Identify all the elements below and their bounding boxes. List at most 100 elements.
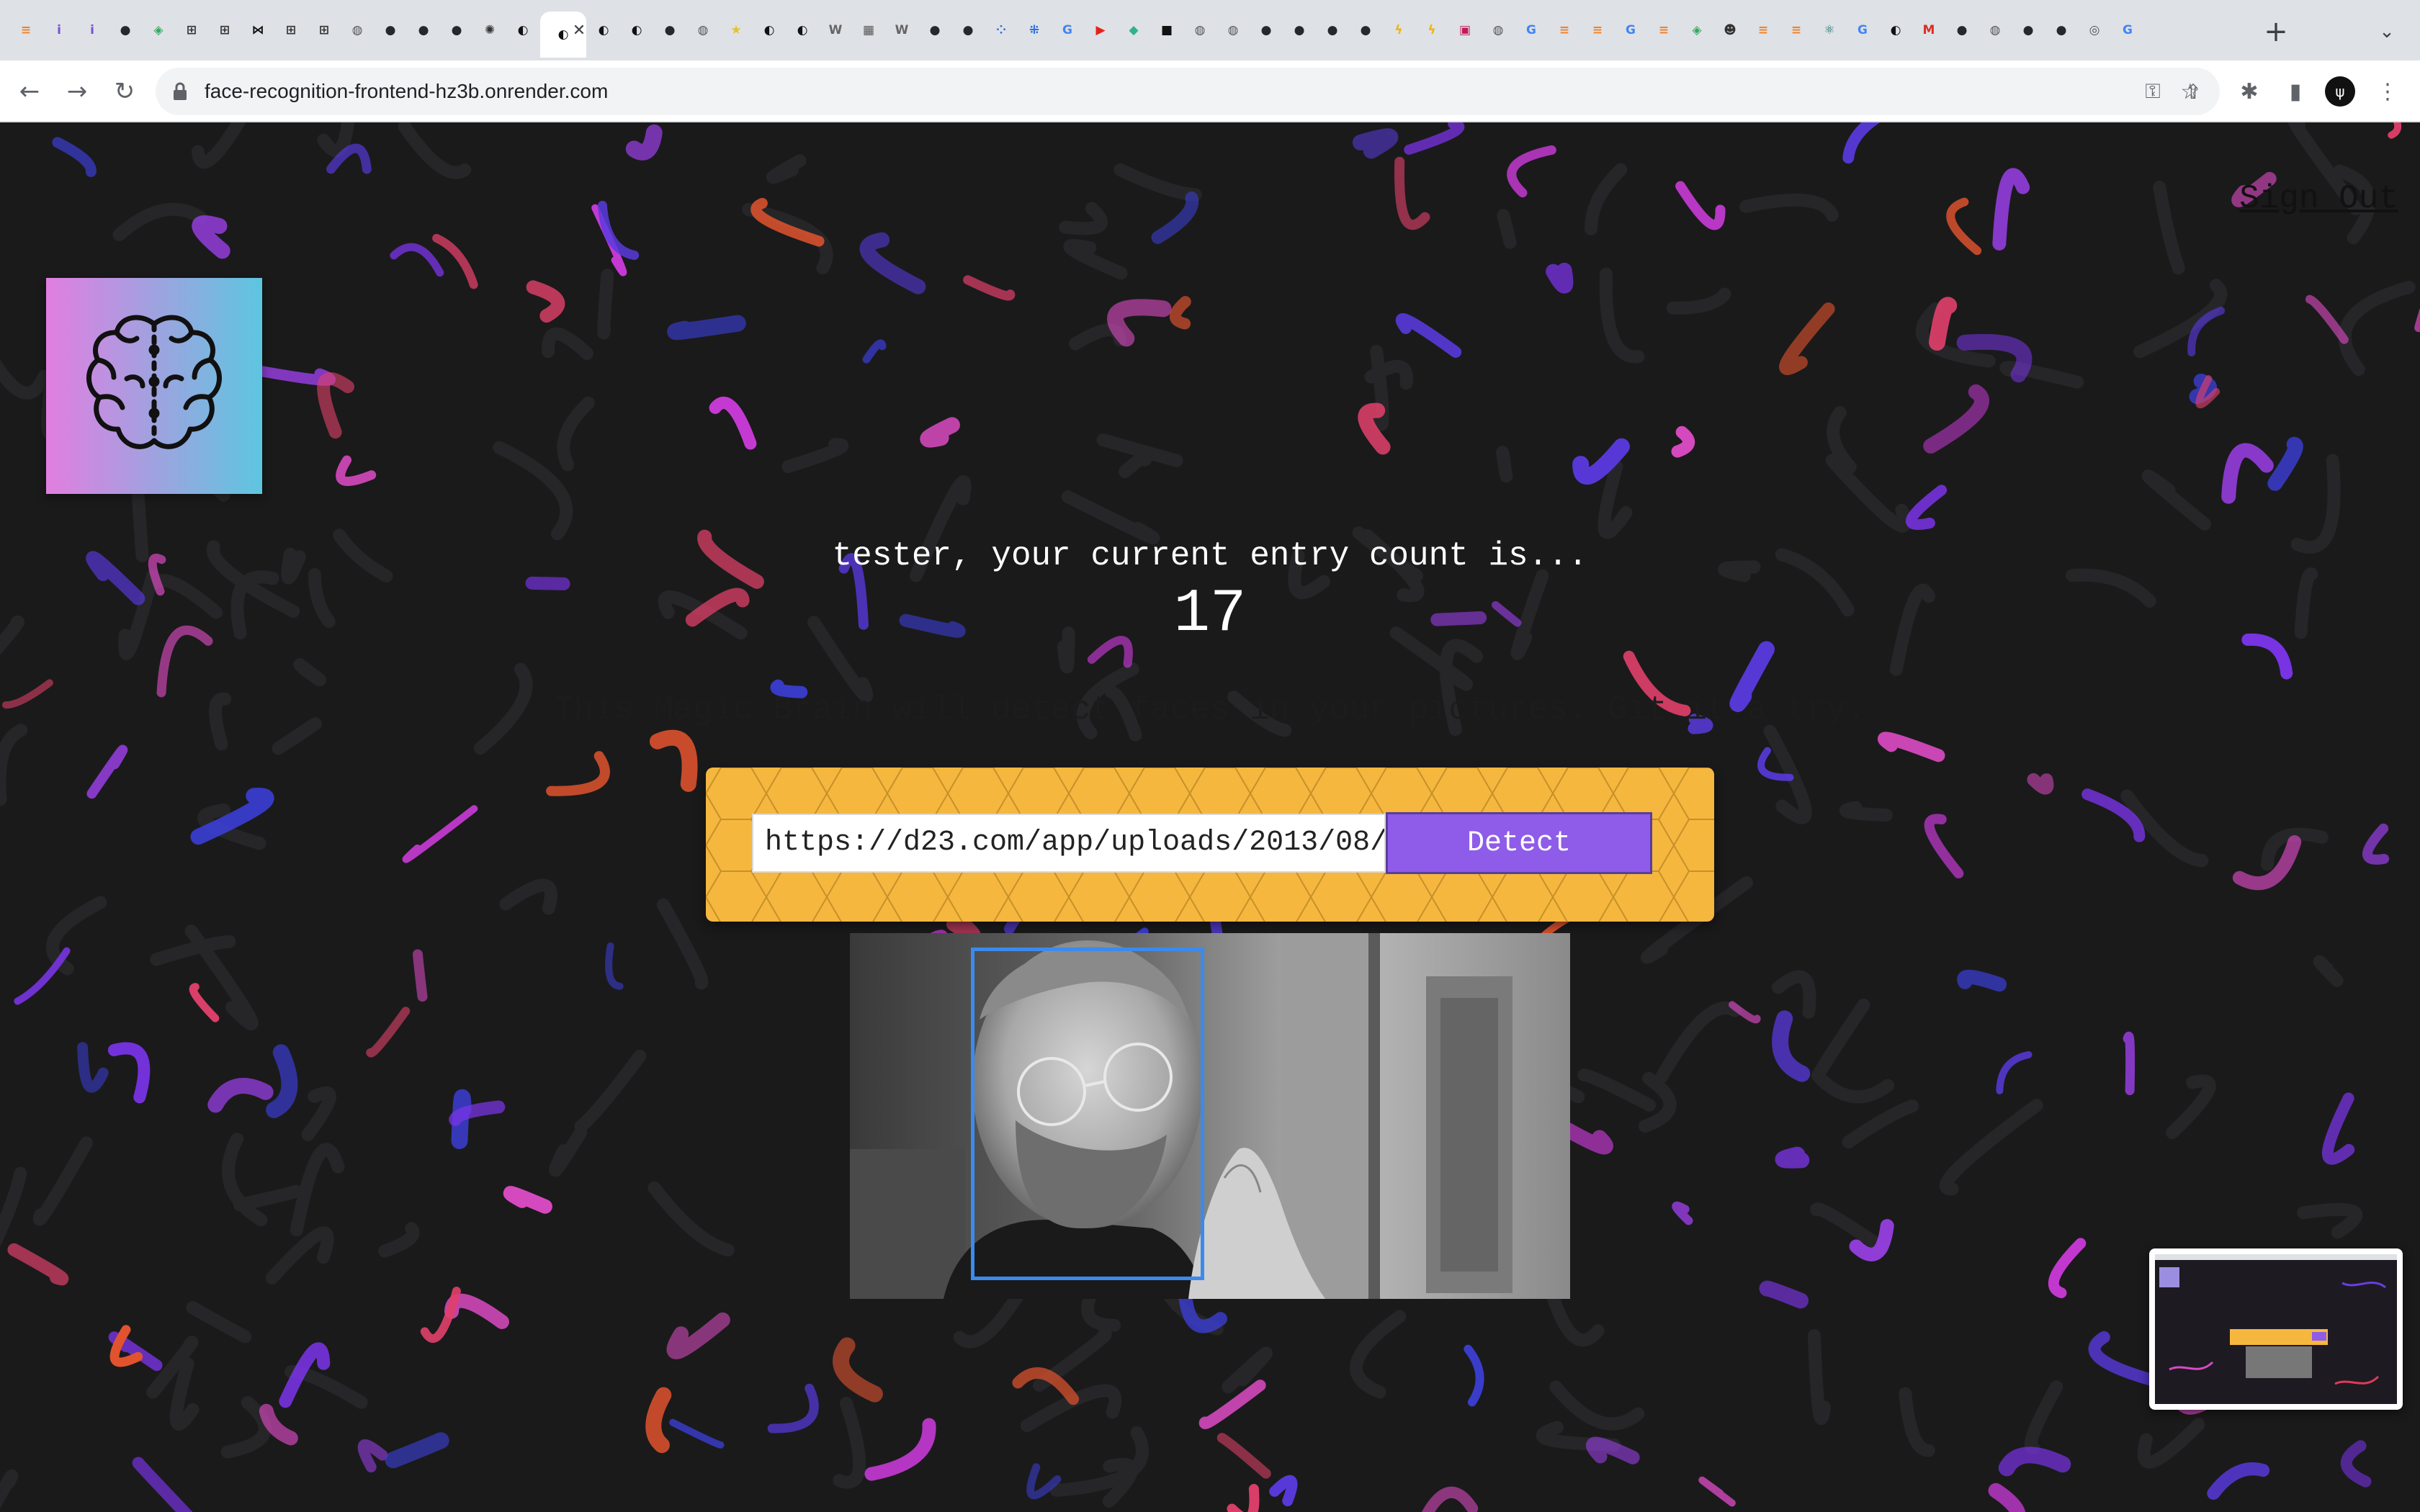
- github-icon: ●: [664, 22, 676, 37]
- stackoverflow-icon: ≡: [1592, 22, 1603, 37]
- browser-tab[interactable]: ◐: [621, 14, 653, 46]
- browser-tab[interactable]: ●: [1250, 14, 1282, 46]
- url-text[interactable]: face-recognition-frontend-hz3b.onrender.…: [205, 79, 608, 104]
- browser-tab[interactable]: ◍: [1979, 14, 2011, 46]
- browser-tab[interactable]: ◎: [2079, 14, 2110, 46]
- image-url-input[interactable]: https://d23.com/app/uploads/2013/08/: [752, 814, 1386, 873]
- browser-tab[interactable]: ⊞: [176, 14, 207, 46]
- browser-tab[interactable]: i: [43, 14, 75, 46]
- new-tab-button[interactable]: +: [2260, 16, 2292, 48]
- browser-tab[interactable]: ◍: [1482, 14, 1514, 46]
- browser-tab[interactable]: ϟ: [1383, 14, 1415, 46]
- page-thumbnail-preview[interactable]: [2149, 1248, 2403, 1410]
- browser-tab[interactable]: ◐ ✕: [540, 12, 586, 58]
- browser-tab[interactable]: ★: [720, 14, 752, 46]
- back-button[interactable]: ←: [12, 73, 48, 109]
- detect-button[interactable]: Detect: [1386, 812, 1652, 874]
- browser-tab[interactable]: G: [2112, 14, 2143, 46]
- browser-tab[interactable]: ●: [1317, 14, 1348, 46]
- purple-i-icon: i: [90, 22, 94, 37]
- browser-tab[interactable]: ●: [1350, 14, 1381, 46]
- browser-tab[interactable]: G: [1615, 14, 1646, 46]
- browser-tab[interactable]: ◍: [687, 14, 719, 46]
- browser-tab[interactable]: ◐: [753, 14, 785, 46]
- logo[interactable]: [46, 278, 262, 494]
- browser-tab[interactable]: ≡: [1582, 14, 1613, 46]
- browser-tab[interactable]: M: [1913, 14, 1945, 46]
- browser-tab[interactable]: ◈: [1681, 14, 1713, 46]
- browser-tab[interactable]: i: [76, 14, 108, 46]
- stackoverflow-icon: ≡: [1791, 22, 1802, 37]
- uploaded-photo: [850, 933, 1570, 1299]
- browser-tab[interactable]: G: [1847, 14, 1878, 46]
- browser-tab[interactable]: ◐: [1880, 14, 1912, 46]
- browser-tab[interactable]: ⊞: [308, 14, 340, 46]
- globe-icon: ◍: [1227, 22, 1239, 37]
- extensions-icon[interactable]: ✱: [2231, 73, 2267, 109]
- browser-tab[interactable]: ■: [1151, 14, 1183, 46]
- bookmark-star-icon[interactable]: ☆: [2172, 73, 2208, 109]
- browser-tab[interactable]: ▶: [1085, 14, 1116, 46]
- browser-tab[interactable]: ⚛: [1814, 14, 1845, 46]
- face-bounding-box: [971, 948, 1204, 1280]
- browser-tab[interactable]: ◐: [786, 14, 818, 46]
- browser-tab[interactable]: ≡: [1648, 14, 1680, 46]
- browser-tab[interactable]: ⊞: [275, 14, 307, 46]
- browser-tab[interactable]: ≡: [10, 14, 42, 46]
- browser-tab[interactable]: ◍: [341, 14, 373, 46]
- browser-tab[interactable]: ●: [952, 14, 984, 46]
- tab-search-button[interactable]: ⌄: [2374, 19, 2400, 45]
- browser-tab[interactable]: ●: [2012, 14, 2044, 46]
- diamond-icon: ◆: [1129, 22, 1139, 37]
- browser-tab[interactable]: ≡: [1747, 14, 1779, 46]
- browser-menu-icon[interactable]: ⋮: [2370, 73, 2406, 109]
- thumbnail-content: [2155, 1254, 2397, 1404]
- browser-tab[interactable]: W: [820, 14, 851, 46]
- password-key-icon[interactable]: ⚿: [2139, 78, 2166, 105]
- render-icon: ◐: [517, 22, 529, 37]
- render-icon: ◐: [797, 22, 808, 37]
- browser-tab[interactable]: ◐: [507, 14, 539, 46]
- browser-tab[interactable]: ▣: [1449, 14, 1481, 46]
- browser-tab[interactable]: ●: [919, 14, 951, 46]
- github-icon: ●: [1956, 22, 1968, 37]
- render-icon: ◐: [763, 22, 775, 37]
- browser-tab[interactable]: ●: [441, 14, 472, 46]
- google-icon: G: [1062, 22, 1072, 37]
- entry-count-value: 17: [1173, 580, 1247, 649]
- browser-tab[interactable]: ✺: [474, 14, 506, 46]
- browser-tab[interactable]: ◈: [143, 14, 174, 46]
- browser-tab[interactable]: ●: [408, 14, 439, 46]
- browser-tab[interactable]: ◍: [1217, 14, 1249, 46]
- browser-tab[interactable]: ◆: [1118, 14, 1150, 46]
- browser-tab[interactable]: ●: [109, 14, 141, 46]
- browser-tab[interactable]: G: [1052, 14, 1083, 46]
- forward-button[interactable]: →: [59, 73, 95, 109]
- reload-button[interactable]: ↻: [107, 73, 143, 109]
- browser-tab[interactable]: ▦: [853, 14, 884, 46]
- address-bar[interactable]: face-recognition-frontend-hz3b.onrender.…: [156, 68, 2220, 115]
- browser-tab[interactable]: ◐: [588, 14, 619, 46]
- browser-tab[interactable]: ⊞: [209, 14, 241, 46]
- close-tab-icon[interactable]: ✕: [570, 22, 588, 40]
- browser-tab[interactable]: ●: [2045, 14, 2077, 46]
- browser-tab[interactable]: ●: [375, 14, 406, 46]
- browser-tab[interactable]: ◍: [1184, 14, 1216, 46]
- browser-tab[interactable]: ●: [1946, 14, 1978, 46]
- side-panel-icon[interactable]: ▮: [2277, 73, 2313, 109]
- browser-tab[interactable]: ≡: [1780, 14, 1812, 46]
- browser-tab[interactable]: ≡: [1549, 14, 1580, 46]
- browser-tab[interactable]: ●: [654, 14, 686, 46]
- browser-tab[interactable]: W: [886, 14, 918, 46]
- browser-tab[interactable]: ⁘: [985, 14, 1017, 46]
- browser-tab[interactable]: ϟ: [1416, 14, 1448, 46]
- browser-tab[interactable]: ☻: [1714, 14, 1746, 46]
- browser-tab[interactable]: G: [1515, 14, 1547, 46]
- browser-tab[interactable]: ⁜: [1018, 14, 1050, 46]
- github-icon: ●: [2022, 22, 2034, 37]
- profile-avatar[interactable]: ψ: [2325, 76, 2355, 107]
- layers-icon: ◈: [1692, 22, 1702, 37]
- sign-out-link[interactable]: Sign Out: [2239, 180, 2398, 217]
- browser-tab[interactable]: ⋈: [242, 14, 274, 46]
- browser-tab[interactable]: ●: [1283, 14, 1315, 46]
